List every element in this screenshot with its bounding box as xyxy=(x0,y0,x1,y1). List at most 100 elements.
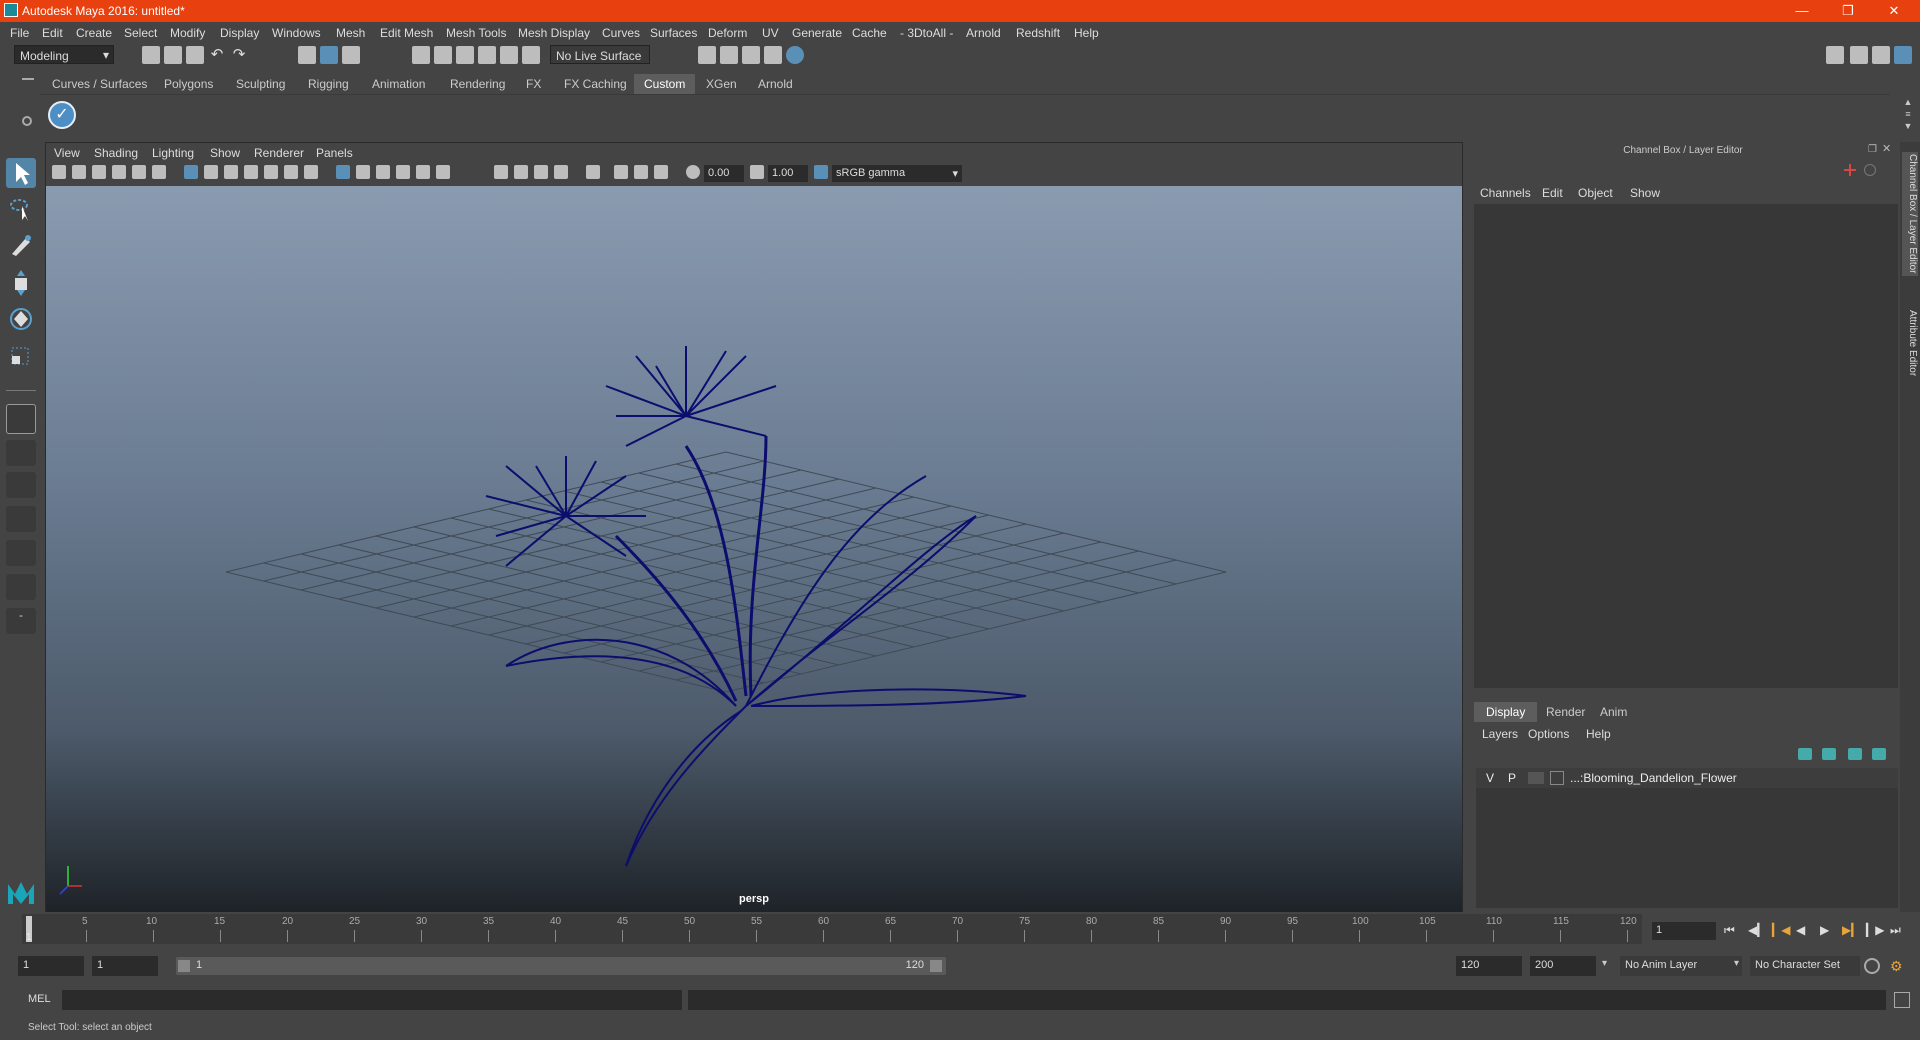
scroll-down-icon[interactable]: ▼ xyxy=(1900,120,1916,132)
animation-start-field[interactable]: 1 xyxy=(18,956,84,976)
hypershade-icon[interactable] xyxy=(786,46,804,64)
scroll-menu-icon[interactable]: ≡ xyxy=(1900,108,1916,120)
speed-icon[interactable] xyxy=(1864,164,1876,176)
make-live-icon[interactable] xyxy=(522,46,540,64)
playback-start-field[interactable]: 1 xyxy=(92,956,158,976)
channel-list[interactable] xyxy=(1474,204,1898,688)
menu-generate[interactable]: Generate xyxy=(792,26,842,40)
save-scene-icon[interactable] xyxy=(186,46,204,64)
render-view-icon[interactable] xyxy=(764,46,782,64)
gamma-icon[interactable] xyxy=(750,165,764,179)
menu-display[interactable]: Display xyxy=(220,26,259,40)
grid-toggle-icon[interactable] xyxy=(184,165,198,179)
step-forward-key-icon[interactable]: ▶▎ xyxy=(1842,923,1860,937)
select-hierarchy-icon[interactable] xyxy=(298,46,316,64)
playback-end-field[interactable]: 120 xyxy=(1456,956,1522,976)
textured-icon[interactable] xyxy=(396,165,410,179)
panel-menu-show[interactable]: Show xyxy=(210,146,240,160)
layer-type-toggle[interactable] xyxy=(1528,772,1544,784)
menu-mesh-tools[interactable]: Mesh Tools xyxy=(446,26,506,40)
isolate-select-icon[interactable] xyxy=(586,165,600,179)
exposure-icon[interactable] xyxy=(686,165,700,179)
use-all-lights-icon[interactable] xyxy=(416,165,430,179)
four-pane-layout-icon[interactable] xyxy=(6,440,36,466)
layer-visibility-toggle[interactable]: V xyxy=(1486,771,1494,785)
select-camera-icon[interactable] xyxy=(52,165,66,179)
menu-file[interactable]: File xyxy=(10,26,29,40)
gamma-field[interactable]: 1.00 xyxy=(768,165,808,182)
close-icon[interactable]: ✕ xyxy=(1874,2,1914,20)
animation-end-field[interactable]: 200 xyxy=(1530,956,1596,976)
snap-surface-icon[interactable] xyxy=(500,46,518,64)
shadows-icon[interactable] xyxy=(436,165,450,179)
play-backward-icon[interactable]: ◀ xyxy=(1796,923,1805,937)
bookmark-icon[interactable] xyxy=(92,165,106,179)
motion-blur-icon[interactable] xyxy=(514,165,528,179)
new-scene-icon[interactable] xyxy=(142,46,160,64)
range-slider[interactable]: 1 120 xyxy=(176,957,946,975)
snap-view-plane-icon[interactable] xyxy=(478,46,496,64)
panel-menu-renderer[interactable]: Renderer xyxy=(254,146,304,160)
close-panel-icon[interactable]: ✕ xyxy=(1882,142,1894,155)
undo-icon[interactable]: ↶ xyxy=(208,46,226,64)
side-by-side-layout-icon[interactable] xyxy=(6,472,36,498)
layer-color-swatch[interactable] xyxy=(1550,771,1564,785)
move-layer-down-icon[interactable] xyxy=(1822,748,1836,760)
tool-settings-toggle-icon[interactable] xyxy=(1872,46,1890,64)
color-management-icon[interactable] xyxy=(814,165,828,179)
menu-curves[interactable]: Curves xyxy=(602,26,640,40)
grease-pencil-icon[interactable] xyxy=(152,165,166,179)
le-help-menu[interactable]: Help xyxy=(1586,727,1611,741)
rotate-tool-icon[interactable] xyxy=(6,304,36,334)
camera-attributes-icon[interactable] xyxy=(72,165,86,179)
render-frame-icon[interactable] xyxy=(720,46,738,64)
tab-rendering[interactable]: Rendering xyxy=(440,74,515,94)
tab-arnold[interactable]: Arnold xyxy=(748,74,803,94)
menu-create[interactable]: Create xyxy=(76,26,112,40)
select-component-icon[interactable] xyxy=(342,46,360,64)
select-tool-icon[interactable] xyxy=(6,158,36,188)
channel-box-toggle-icon[interactable] xyxy=(1894,46,1912,64)
layer-playback-toggle[interactable]: P xyxy=(1508,771,1516,785)
side-tab-channel-box[interactable]: Channel Box / Layer Editor xyxy=(1902,152,1918,276)
snap-curve-icon[interactable] xyxy=(434,46,452,64)
shelf-settings-icon[interactable] xyxy=(22,116,32,126)
manipulator-icon[interactable] xyxy=(1844,164,1856,176)
image-plane-icon[interactable] xyxy=(112,165,126,179)
panel-menu-shading[interactable]: Shading xyxy=(94,146,138,160)
xray-icon[interactable] xyxy=(614,165,628,179)
xray-joints-icon[interactable] xyxy=(654,165,668,179)
snap-grid-icon[interactable] xyxy=(412,46,430,64)
step-forward-icon[interactable]: ▎▶ xyxy=(1866,923,1884,937)
anti-aliasing-icon[interactable] xyxy=(534,165,548,179)
range-start-handle[interactable] xyxy=(178,960,190,972)
panel-menu-view[interactable]: View xyxy=(54,146,80,160)
persp-graph-layout-icon[interactable] xyxy=(6,506,36,532)
perspective-viewport[interactable]: persp xyxy=(46,186,1462,912)
menuset-dropdown[interactable]: Modeling ▾ xyxy=(14,45,114,64)
live-surface-field[interactable]: No Live Surface xyxy=(550,45,650,64)
options-menu[interactable]: Options xyxy=(1528,727,1569,741)
wireframe-on-shaded-icon[interactable] xyxy=(376,165,390,179)
tab-curves-surfaces[interactable]: Curves / Surfaces xyxy=(42,74,157,94)
tab-animation[interactable]: Animation xyxy=(362,74,435,94)
panel-menu-panels[interactable]: Panels xyxy=(316,146,353,160)
move-layer-up-icon[interactable] xyxy=(1798,748,1812,760)
resolution-gate-icon[interactable] xyxy=(224,165,238,179)
side-tab-attribute-editor[interactable]: Attribute Editor xyxy=(1902,310,1918,376)
move-tool-icon[interactable] xyxy=(6,268,36,298)
shelf-menu-icon[interactable] xyxy=(22,78,34,80)
persp-outliner-layout-icon[interactable] xyxy=(6,540,36,566)
lasso-tool-icon[interactable] xyxy=(6,194,36,224)
tab-fx-caching[interactable]: FX Caching xyxy=(554,74,637,94)
menu-select[interactable]: Select xyxy=(124,26,157,40)
snap-point-icon[interactable] xyxy=(456,46,474,64)
mel-label[interactable]: MEL xyxy=(28,993,51,1005)
panel-menu-lighting[interactable]: Lighting xyxy=(152,146,194,160)
menu-arnold[interactable]: Arnold xyxy=(966,26,1001,40)
xray-active-icon[interactable] xyxy=(634,165,648,179)
command-input[interactable] xyxy=(62,990,682,1010)
tab-custom[interactable]: Custom xyxy=(634,74,696,94)
depth-of-field-icon[interactable] xyxy=(554,165,568,179)
menu-edit-mesh[interactable]: Edit Mesh xyxy=(380,26,433,40)
